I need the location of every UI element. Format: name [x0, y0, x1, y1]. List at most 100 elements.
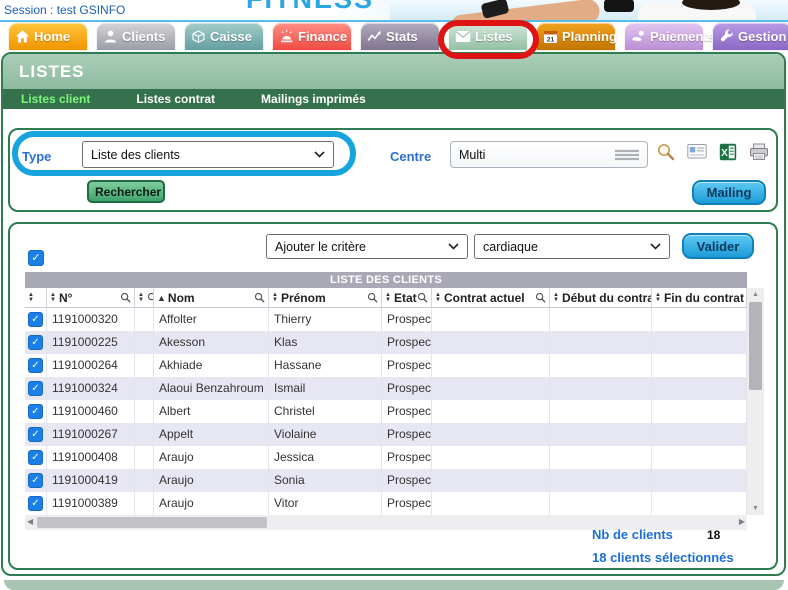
table-cell	[550, 377, 652, 400]
row-checkbox[interactable]: ✓	[28, 381, 43, 396]
table-row[interactable]: ✓1191000389AraujoVitorProspect	[25, 492, 747, 515]
row-checkbox[interactable]: ✓	[28, 358, 43, 373]
table-cell: Araujo	[154, 446, 269, 469]
table-row[interactable]: ✓1191000460AlbertChristelProspect	[25, 400, 747, 423]
table-cell	[550, 331, 652, 354]
tab-label: Paiements	[650, 29, 715, 44]
table-cell	[135, 492, 154, 515]
subnav-mailings-imprimes[interactable]: Mailings imprimés	[261, 92, 366, 106]
tab-home[interactable]: Home	[8, 22, 88, 51]
mailing-button[interactable]: Mailing	[692, 180, 766, 205]
table-cell: Hassane	[269, 354, 382, 377]
row-checkbox[interactable]: ✓	[28, 404, 43, 419]
tab-stats[interactable]: Stats	[360, 22, 440, 51]
table-row[interactable]: ✓1191000225AkessonKlasProspect	[25, 331, 747, 354]
column-header-col2[interactable]: ▲▼	[135, 288, 154, 307]
table-cell	[550, 492, 652, 515]
scroll-right-icon[interactable]: ▶	[739, 517, 745, 526]
toolbar-icons: X	[656, 142, 769, 161]
row-checkbox[interactable]: ✓	[28, 450, 43, 465]
table-cell	[135, 354, 154, 377]
column-label: Etat	[394, 291, 417, 305]
top-banner: Session : test GSINFO FITNESS	[0, 0, 788, 22]
column-label: N°	[59, 291, 72, 305]
vertical-scrollbar[interactable]: ▲ ▼	[747, 288, 764, 515]
excel-export-icon[interactable]: X	[719, 143, 737, 161]
filter-magnifier-icon	[417, 292, 428, 303]
row-checkbox[interactable]: ✓	[28, 473, 43, 488]
criteria-value-select[interactable]: cardiaque	[474, 234, 670, 259]
column-header-prenom[interactable]: ▲▼Prénom	[269, 288, 382, 307]
table-cell: Prospect	[382, 377, 432, 400]
table-cell: Affolter	[154, 308, 269, 331]
tab-paiements[interactable]: Paiements	[624, 22, 704, 51]
table-cell	[432, 469, 550, 492]
sort-icon: ▲▼	[553, 293, 559, 303]
tab-caisse[interactable]: Caisse	[184, 22, 264, 51]
select-all-checkbox[interactable]: ✓	[28, 250, 44, 266]
table-cell: Prospect	[382, 423, 432, 446]
tab-label: Stats	[386, 29, 418, 44]
column-header-fin-du-contrat[interactable]: ▲▼Fin du contrat	[652, 288, 747, 307]
table-cell	[652, 308, 747, 331]
scroll-down-icon[interactable]: ▼	[747, 505, 764, 512]
column-header-debut-du-contrat[interactable]: ▲▼Début du contrat	[550, 288, 652, 307]
column-header-etat[interactable]: ▲▼Etat	[382, 288, 432, 307]
row-checkbox[interactable]: ✓	[28, 496, 43, 511]
table-cell	[432, 400, 550, 423]
sort-icon: ▲▼	[50, 293, 56, 303]
table-cell: Ismail	[269, 377, 382, 400]
row-checkbox[interactable]: ✓	[28, 312, 43, 327]
column-header-n[interactable]: ▲▼N°	[47, 288, 135, 307]
contact-card-icon[interactable]	[687, 143, 707, 160]
valider-button[interactable]: Valider	[682, 233, 754, 259]
column-header-nom[interactable]: ▲Nom	[154, 288, 269, 307]
tab-label: Home	[34, 29, 70, 44]
scroll-left-icon[interactable]: ◀	[27, 517, 33, 526]
subnav-listes-contrat[interactable]: Listes contrat	[136, 92, 215, 106]
table-cell: 1191000460	[47, 400, 135, 423]
column-header-contrat-actuel[interactable]: ▲▼Contrat actuel	[432, 288, 550, 307]
table-row[interactable]: ✓1191000408AraujoJessicaProspect	[25, 446, 747, 469]
column-header-col0[interactable]: ▲▼	[25, 288, 47, 307]
print-icon[interactable]	[749, 143, 769, 161]
scroll-up-icon[interactable]: ▲	[747, 291, 764, 298]
horizontal-scroll-thumb[interactable]	[37, 517, 267, 528]
rechercher-button[interactable]: Rechercher	[87, 180, 165, 203]
row-checkbox[interactable]: ✓	[28, 427, 43, 442]
table-cell	[550, 308, 652, 331]
tab-listes[interactable]: Listes	[448, 22, 528, 51]
type-select[interactable]: Liste des clients	[82, 141, 334, 168]
svg-text:X: X	[721, 148, 728, 159]
subnav-listes-client[interactable]: Listes client	[21, 92, 90, 106]
tab-label: Listes	[475, 29, 513, 44]
column-label: Contrat actuel	[444, 291, 525, 305]
filter-magnifier-icon	[367, 292, 378, 303]
filter-magnifier-icon	[147, 292, 154, 303]
search-icon[interactable]	[656, 142, 675, 161]
table-row[interactable]: ✓1191000267AppeltViolaineProspect	[25, 423, 747, 446]
tab-clients[interactable]: Clients	[96, 22, 176, 51]
table-cell: Prospect	[382, 469, 432, 492]
table-row[interactable]: ✓1191000419AraujoSoniaProspect	[25, 469, 747, 492]
vertical-scroll-thumb[interactable]	[749, 302, 762, 390]
table-row[interactable]: ✓1191000320AffolterThierryProspect	[25, 308, 747, 331]
table-cell: 1191000389	[47, 492, 135, 515]
row-checkbox[interactable]: ✓	[28, 335, 43, 350]
table-cell: 1191000320	[47, 308, 135, 331]
table-cell: 1191000324	[47, 377, 135, 400]
session-label: Session : test GSINFO	[4, 3, 125, 17]
table-row[interactable]: ✓1191000324Alaoui BenzahroumIsmailProspe…	[25, 377, 747, 400]
tab-finance[interactable]: Finance	[272, 22, 352, 51]
nb-clients-value: 18	[707, 528, 720, 542]
criteria-select[interactable]: Ajouter le critère	[266, 234, 468, 259]
centre-input[interactable]: Multi	[450, 141, 648, 168]
sort-icon: ▲▼	[28, 293, 34, 303]
table-row[interactable]: ✓1191000264AkhiadeHassaneProspect	[25, 354, 747, 377]
menu-lines-icon[interactable]	[613, 148, 641, 162]
tab-gestion[interactable]: Gestion	[712, 22, 788, 51]
row-checkbox-cell: ✓	[25, 492, 47, 515]
tab-label: Planning	[562, 29, 617, 44]
column-label: Début du contrat	[562, 291, 652, 305]
tab-planning[interactable]: 21Planning	[536, 22, 616, 51]
